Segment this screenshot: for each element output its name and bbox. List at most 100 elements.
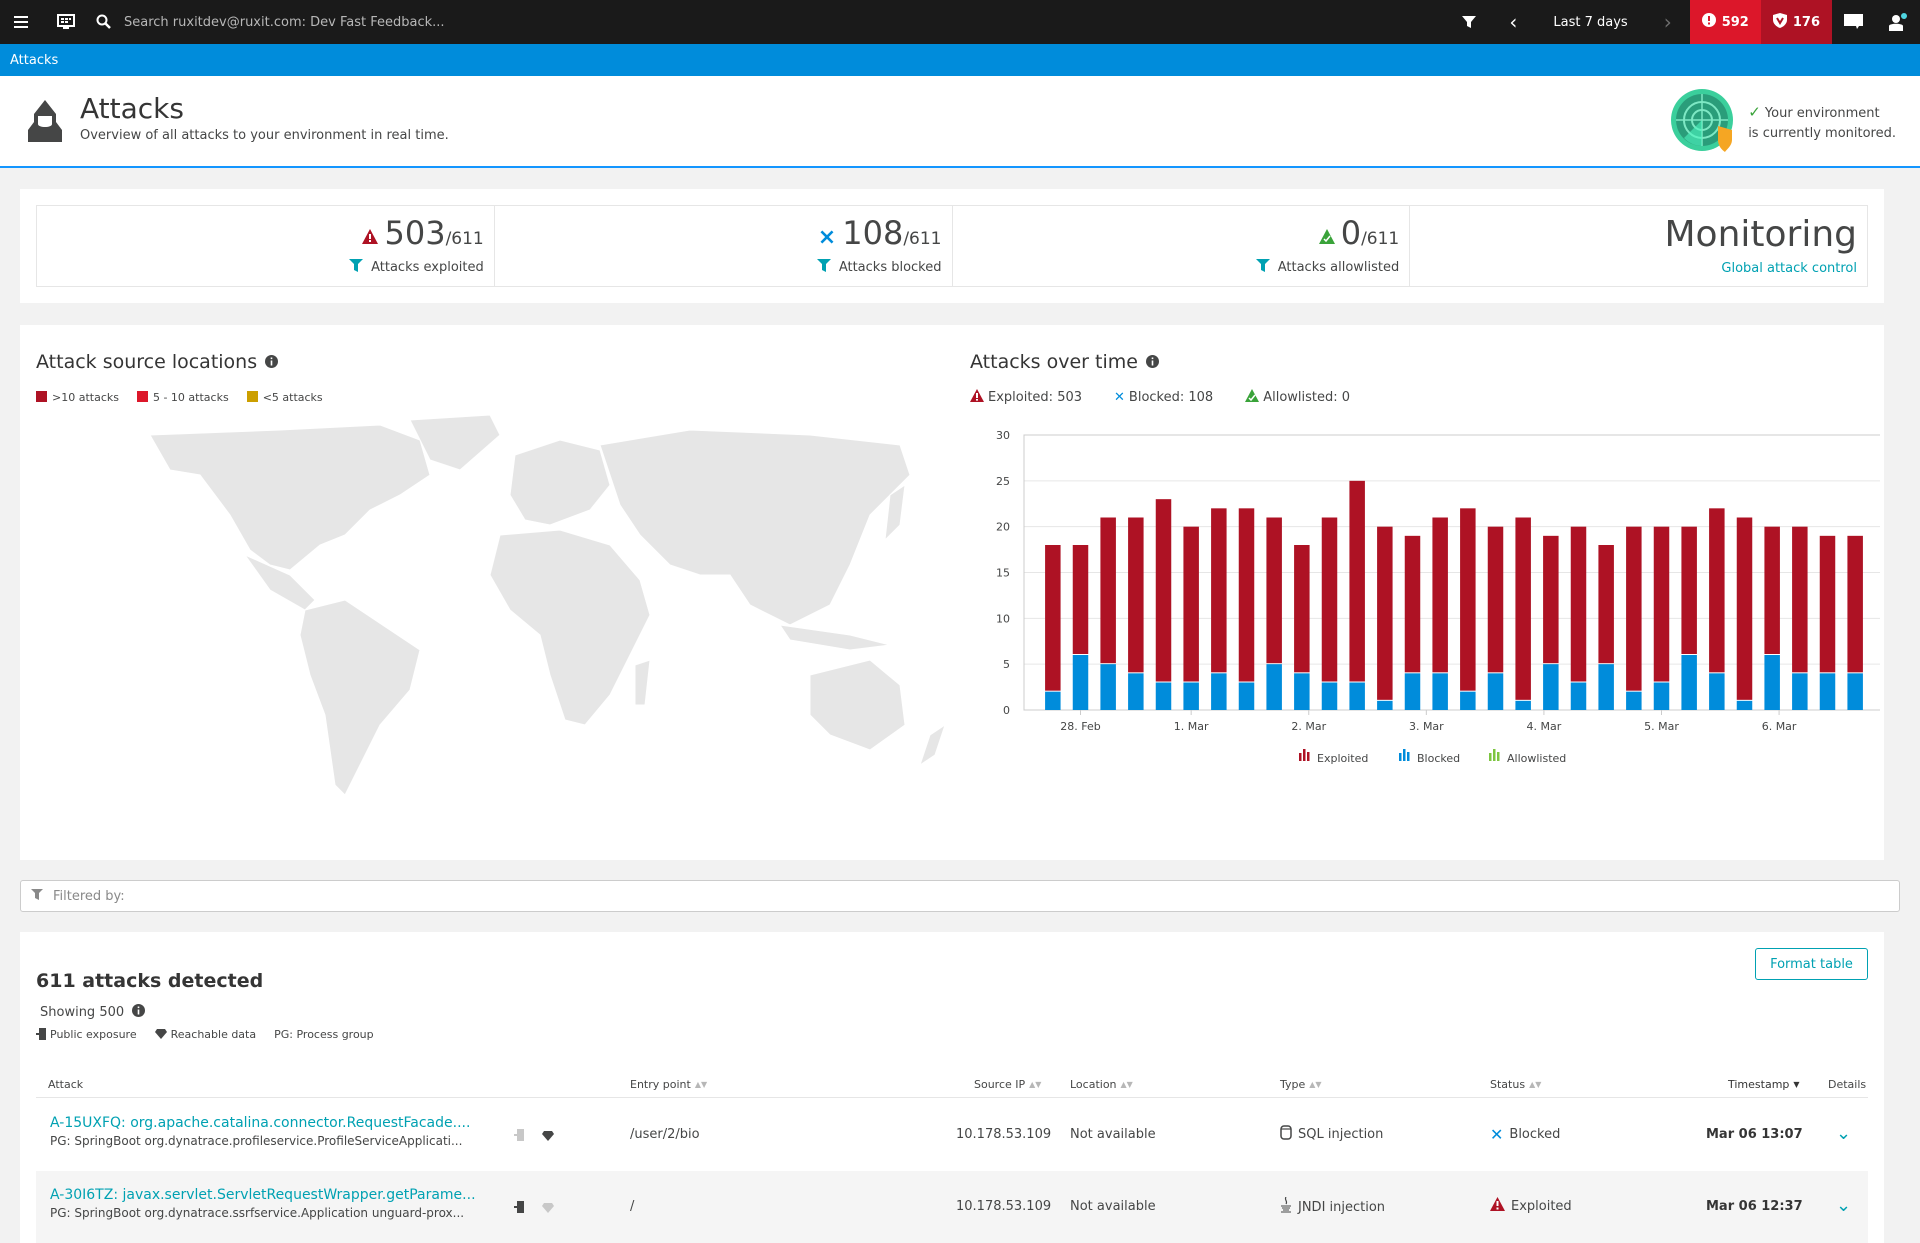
expand-chevron-icon[interactable]: ⌄ [1836,1123,1851,1144]
bar-blocked [1266,664,1282,710]
bar-blocked [1764,655,1780,710]
bar-blocked [1709,673,1725,710]
column-location[interactable]: Location ▲▼ [1070,1078,1133,1091]
column-type[interactable]: Type ▲▼ [1280,1078,1322,1091]
filter-icon[interactable] [816,258,831,276]
timeframe-forward-button[interactable]: › [1646,0,1690,44]
problems-badge[interactable]: 592 [1689,0,1761,44]
attack-link[interactable]: A-30I6TZ: javax.servlet.ServletRequestWr… [50,1187,476,1203]
bar-blocked [1321,682,1338,710]
vulnerabilities-badge[interactable]: 176 [1760,0,1832,44]
legend-label[interactable]: Exploited [1317,752,1368,765]
info-icon[interactable] [1145,351,1159,373]
java-icon [1280,1196,1292,1217]
new-zealand [919,723,946,767]
attack-type: SQL injection [1298,1127,1384,1142]
y-tick-label: 25 [996,475,1010,488]
global-attack-control-link[interactable]: Global attack control [1410,261,1857,276]
filter-icon[interactable] [1255,258,1270,276]
info-icon[interactable] [265,351,279,373]
north-america [149,424,431,571]
info-icon[interactable] [132,1004,146,1021]
south-america [299,599,421,796]
blocked-label: Attacks blocked [838,259,942,275]
bar-blocked [1847,673,1863,710]
kpi-exploited[interactable]: 503/611 Attacks exploited [37,206,495,286]
timestamp: Mar 06 12:37 [1706,1199,1803,1214]
africa [489,529,651,726]
key-reachable-data: Reachable data [154,1028,256,1041]
exploited-warning-icon [1490,1197,1505,1215]
bar-exploited [1653,526,1670,682]
hamburger-menu-icon[interactable] [0,0,44,44]
checkmark-icon: ✓ [1748,103,1761,121]
legend-label[interactable]: Allowlisted [1507,752,1566,765]
timeframe-selector[interactable]: Last 7 days [1535,15,1645,30]
summary-exploited[interactable]: Exploited: 503 [970,389,1082,405]
search-input[interactable]: Search ruxitdev@ruxit.com: Dev Fast Feed… [124,15,445,30]
filter-bar[interactable]: Filtered by: [20,880,1900,912]
reachable-data-icon-inactive [542,1202,554,1217]
bar-exploited [1404,535,1421,673]
bar-exploited [1819,535,1836,673]
vulnerabilities-count: 176 [1792,14,1820,30]
bar-blocked [1570,682,1587,710]
bar-blocked [1238,682,1255,710]
sort-icon: ▲▼ [694,1080,708,1089]
summary-blocked[interactable]: ✕ Blocked: 108 [1114,390,1213,405]
attack-control-mode: Monitoring [1664,214,1857,255]
sort-icon: ▲▼ [1529,1080,1542,1089]
column-source-ip[interactable]: Source IP ▲▼ [974,1078,1041,1091]
europe [509,439,611,526]
bar-exploited [1072,545,1089,654]
over-time-title: Attacks over time [970,351,1138,373]
bar-exploited [1598,545,1614,664]
bar-exploited [1238,508,1255,682]
format-table-button[interactable]: Format table [1755,948,1868,980]
column-entry-point[interactable]: Entry point ▲▼ [630,1078,707,1091]
bar-blocked [1377,700,1393,710]
column-details: Details [1828,1078,1867,1091]
world-map[interactable] [130,415,960,815]
bar-exploited [1266,517,1282,664]
public-exposure-icon [514,1201,524,1217]
blocked-x-icon: ✕ [1490,1125,1504,1144]
table-row[interactable]: A-15UXFQ: org.apache.catalina.connector.… [36,1099,1868,1171]
user-avatar-icon[interactable] [1876,0,1920,44]
kpi-mode: Monitoring Global attack control [1410,206,1867,286]
problems-count: 592 [1721,14,1749,30]
bar-exploited [1570,526,1587,682]
kpi-blocked[interactable]: × 108/611 Attacks blocked [495,206,953,286]
filter-icon [31,888,43,904]
x-tick-label: 5. Mar [1644,720,1679,733]
bar-blocked [1819,673,1836,710]
bar-blocked [1183,682,1199,710]
column-timestamp[interactable]: Timestamp ▼ [1728,1078,1800,1091]
attack-type: JNDI injection [1298,1199,1386,1215]
legend-label[interactable]: Blocked [1417,752,1460,765]
page-title: Attacks [80,92,184,125]
bar-blocked [1045,691,1061,710]
bar-blocked [1100,664,1116,710]
x-tick-label: 4. Mar [1527,720,1562,733]
table-header: Attack Entry point ▲▼ Source IP ▲▼ Locatio… [36,1070,1868,1098]
filter-icon[interactable] [349,258,364,276]
kpi-allowlisted[interactable]: 0/611 Attacks allowlisted [953,206,1411,286]
showing-count: Showing 500 [40,1004,146,1021]
search-bar[interactable]: Search ruxitdev@ruxit.com: Dev Fast Feed… [90,0,1447,44]
attack-link[interactable]: A-15UXFQ: org.apache.catalina.connector.… [50,1115,470,1131]
filter-icon[interactable] [1447,0,1491,44]
legend-icon [1303,749,1306,761]
table-row[interactable]: A-30I6TZ: javax.servlet.ServletRequestWr… [36,1171,1868,1243]
database-icon [1280,1125,1292,1144]
chat-icon[interactable] [1832,0,1876,44]
timeframe-back-button[interactable]: ‹ [1491,0,1535,44]
bar-exploited [1321,517,1338,682]
public-exposure-icon-inactive [514,1129,524,1145]
breadcrumb-item-attacks[interactable]: Attacks [10,53,58,68]
expand-chevron-icon[interactable]: ⌄ [1836,1195,1851,1216]
dashboard-icon[interactable] [44,0,88,44]
bar-blocked [1653,682,1670,710]
column-status[interactable]: Status ▲▼ [1490,1078,1541,1091]
summary-allowlisted[interactable]: Allowlisted: 0 [1245,389,1350,405]
